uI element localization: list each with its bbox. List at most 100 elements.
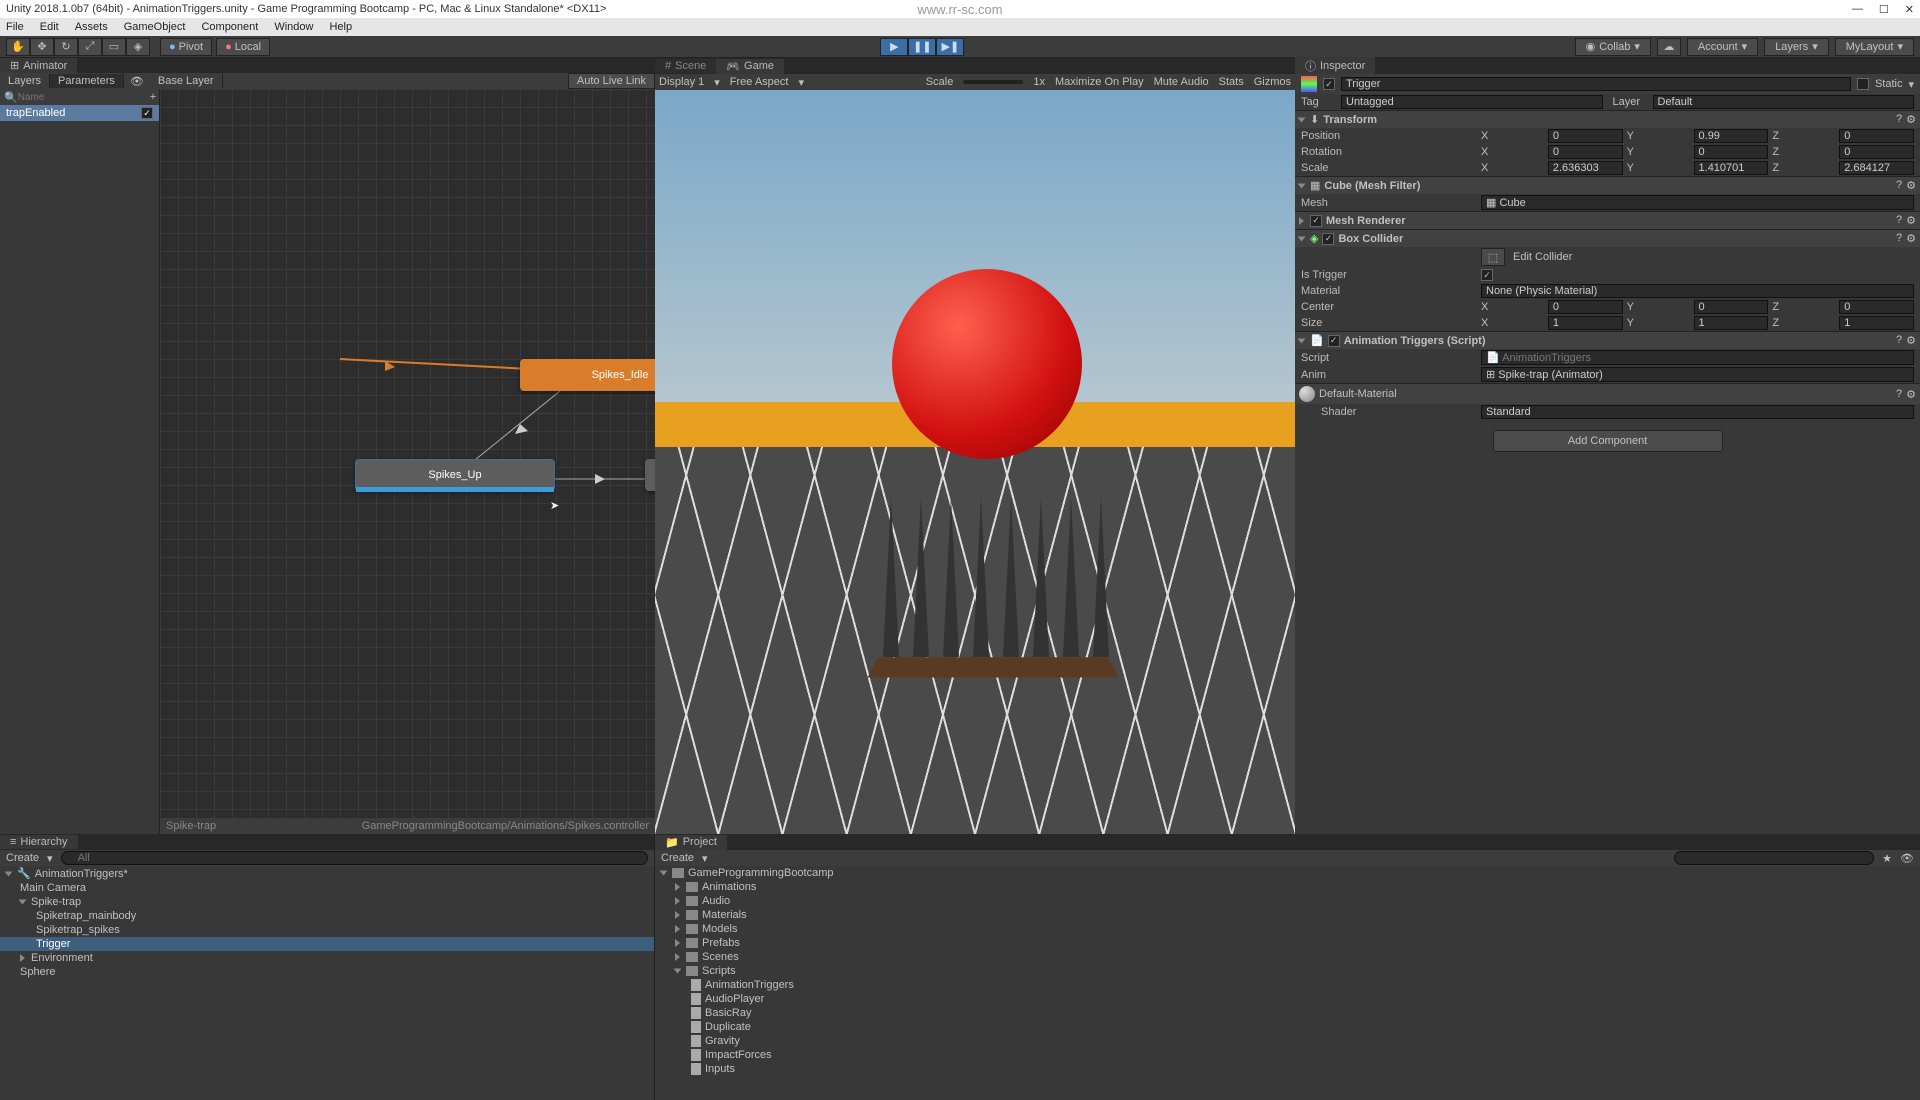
menu-help[interactable]: Help (329, 21, 352, 33)
base-layer[interactable]: Base Layer (150, 74, 223, 88)
project-folder[interactable]: Animations (655, 880, 1920, 894)
tab-animator[interactable]: ⊞ Animator (0, 58, 77, 73)
minimize-icon[interactable]: — (1852, 3, 1863, 16)
display-dropdown[interactable]: Display 1 (659, 76, 704, 88)
add-component-button[interactable]: Add Component (1493, 430, 1723, 452)
rot-x[interactable]: 0 (1548, 145, 1623, 159)
mute-toggle[interactable]: Mute Audio (1154, 76, 1209, 88)
collab-dropdown[interactable]: ◉ Collab ▾ (1575, 38, 1651, 56)
local-toggle[interactable]: ●Local (216, 38, 270, 56)
anim-field[interactable]: ⊞ Spike-trap (Animator) (1481, 367, 1914, 382)
transform-component[interactable]: ⬇ Transform ?⚙ (1295, 110, 1920, 128)
maximize-toggle[interactable]: Maximize On Play (1055, 76, 1144, 88)
hierarchy-item[interactable]: Spike-trap (0, 895, 654, 909)
hidden-icon[interactable]: 👁 (1900, 852, 1914, 865)
menu-gameobject[interactable]: GameObject (124, 21, 186, 33)
project-script[interactable]: Gravity (655, 1034, 1920, 1048)
project-folder[interactable]: Models (655, 922, 1920, 936)
account-dropdown[interactable]: Account ▾ (1687, 38, 1758, 56)
subtab-layers[interactable]: Layers (0, 74, 50, 88)
tab-game[interactable]: 🎮 Game (716, 59, 784, 74)
project-script[interactable]: AnimationTriggers (655, 978, 1920, 992)
add-param-icon[interactable]: + (150, 91, 156, 103)
scl-x[interactable]: 2.636303 (1548, 161, 1623, 175)
step-button-icon[interactable]: ▶❚ (936, 38, 964, 56)
menu-assets[interactable]: Assets (75, 21, 108, 33)
scene-item[interactable]: 🔧 AnimationTriggers* (0, 866, 654, 881)
box-collider-component[interactable]: ◈✓Box Collider?⚙ (1295, 229, 1920, 247)
state-spikes-up[interactable]: Spikes_Up (355, 459, 555, 491)
project-folder[interactable]: Materials (655, 908, 1920, 922)
mesh-renderer-component[interactable]: ✓Mesh Renderer?⚙ (1295, 211, 1920, 229)
hand-tool-icon[interactable]: ✋ (6, 38, 30, 56)
project-folder[interactable]: Prefabs (655, 936, 1920, 950)
menu-window[interactable]: Window (274, 21, 313, 33)
tab-hierarchy[interactable]: ≡ Hierarchy (0, 835, 78, 849)
tag-dropdown[interactable]: Untagged (1341, 95, 1603, 109)
mesh-field[interactable]: ▦ Cube (1481, 195, 1914, 210)
menu-edit[interactable]: Edit (40, 21, 59, 33)
active-checkbox[interactable]: ✓ (1323, 78, 1335, 90)
hierarchy-item[interactable]: Sphere (0, 965, 654, 979)
auto-live-link[interactable]: Auto Live Link (568, 73, 655, 89)
animator-graph[interactable]: Spikes_Idle Spikes_Up Spikes_Down ➤ Spik… (160, 89, 655, 834)
scl-y[interactable]: 1.410701 (1694, 161, 1769, 175)
project-script[interactable]: AudioPlayer (655, 992, 1920, 1006)
transform-tool-icon[interactable]: ◈ (126, 38, 150, 56)
edit-collider-button[interactable]: ⬚ (1481, 248, 1505, 266)
hierarchy-item-selected[interactable]: Trigger (0, 937, 654, 951)
cloud-icon[interactable]: ☁ (1657, 38, 1681, 56)
project-folder[interactable]: Scenes (655, 950, 1920, 964)
project-folder[interactable]: Scripts (655, 964, 1920, 978)
scale-slider[interactable] (963, 80, 1023, 84)
close-icon[interactable]: ✕ (1905, 3, 1914, 16)
project-folder[interactable]: Audio (655, 894, 1920, 908)
param-checkbox[interactable]: ✓ (141, 107, 153, 119)
project-script[interactable]: BasicRay (655, 1006, 1920, 1020)
pos-z[interactable]: 0 (1839, 129, 1914, 143)
eye-icon[interactable]: 👁 (124, 75, 150, 88)
maximize-icon[interactable]: ☐ (1879, 3, 1889, 16)
hierarchy-search-input[interactable] (61, 851, 648, 865)
hierarchy-create-dropdown[interactable]: Create (6, 852, 39, 864)
hierarchy-item[interactable]: Main Camera (0, 881, 654, 895)
rot-y[interactable]: 0 (1694, 145, 1769, 159)
gizmos-toggle[interactable]: Gizmos (1254, 76, 1291, 88)
scale-tool-icon[interactable]: ⤢ (78, 38, 102, 56)
rect-tool-icon[interactable]: ▭ (102, 38, 126, 56)
pos-y[interactable]: 0.99 (1694, 129, 1769, 143)
move-tool-icon[interactable]: ✥ (30, 38, 54, 56)
default-material[interactable]: Default-Material?⚙ (1295, 383, 1920, 404)
pivot-toggle[interactable]: ●Pivot (160, 38, 212, 56)
project-script[interactable]: Duplicate (655, 1020, 1920, 1034)
layer-dropdown[interactable]: Default (1653, 95, 1915, 109)
aspect-dropdown[interactable]: Free Aspect (730, 76, 789, 88)
project-script[interactable]: ImpactForces (655, 1048, 1920, 1062)
mesh-filter-component[interactable]: ▦Cube (Mesh Filter)?⚙ (1295, 176, 1920, 194)
tab-scene[interactable]: # Scene (655, 59, 716, 73)
shader-dropdown[interactable]: Standard (1481, 405, 1914, 419)
project-search-input[interactable] (1674, 851, 1874, 865)
rot-z[interactable]: 0 (1839, 145, 1914, 159)
tab-inspector[interactable]: ⓘ Inspector (1295, 57, 1375, 75)
hierarchy-item[interactable]: Spiketrap_mainbody (0, 909, 654, 923)
project-create-dropdown[interactable]: Create (661, 852, 694, 864)
physic-material-field[interactable]: None (Physic Material) (1481, 284, 1914, 298)
tab-project[interactable]: 📁 Project (655, 835, 727, 850)
scl-z[interactable]: 2.684127 (1839, 161, 1914, 175)
menu-component[interactable]: Component (201, 21, 258, 33)
rotate-tool-icon[interactable]: ↻ (54, 38, 78, 56)
is-trigger-checkbox[interactable]: ✓ (1481, 269, 1493, 281)
hierarchy-item[interactable]: Environment (0, 951, 654, 965)
hierarchy-item[interactable]: Spiketrap_spikes (0, 923, 654, 937)
layout-dropdown[interactable]: MyLayout ▾ (1835, 38, 1914, 56)
pause-button-icon[interactable]: ❚❚ (908, 38, 936, 56)
static-checkbox[interactable] (1857, 78, 1869, 90)
animation-triggers-component[interactable]: 📄✓Animation Triggers (Script)?⚙ (1295, 331, 1920, 349)
object-name-input[interactable] (1341, 77, 1851, 91)
project-root[interactable]: GameProgrammingBootcamp (655, 866, 1920, 880)
stats-toggle[interactable]: Stats (1219, 76, 1244, 88)
param-search-input[interactable] (18, 92, 150, 103)
pos-x[interactable]: 0 (1548, 129, 1623, 143)
subtab-parameters[interactable]: Parameters (50, 74, 124, 88)
